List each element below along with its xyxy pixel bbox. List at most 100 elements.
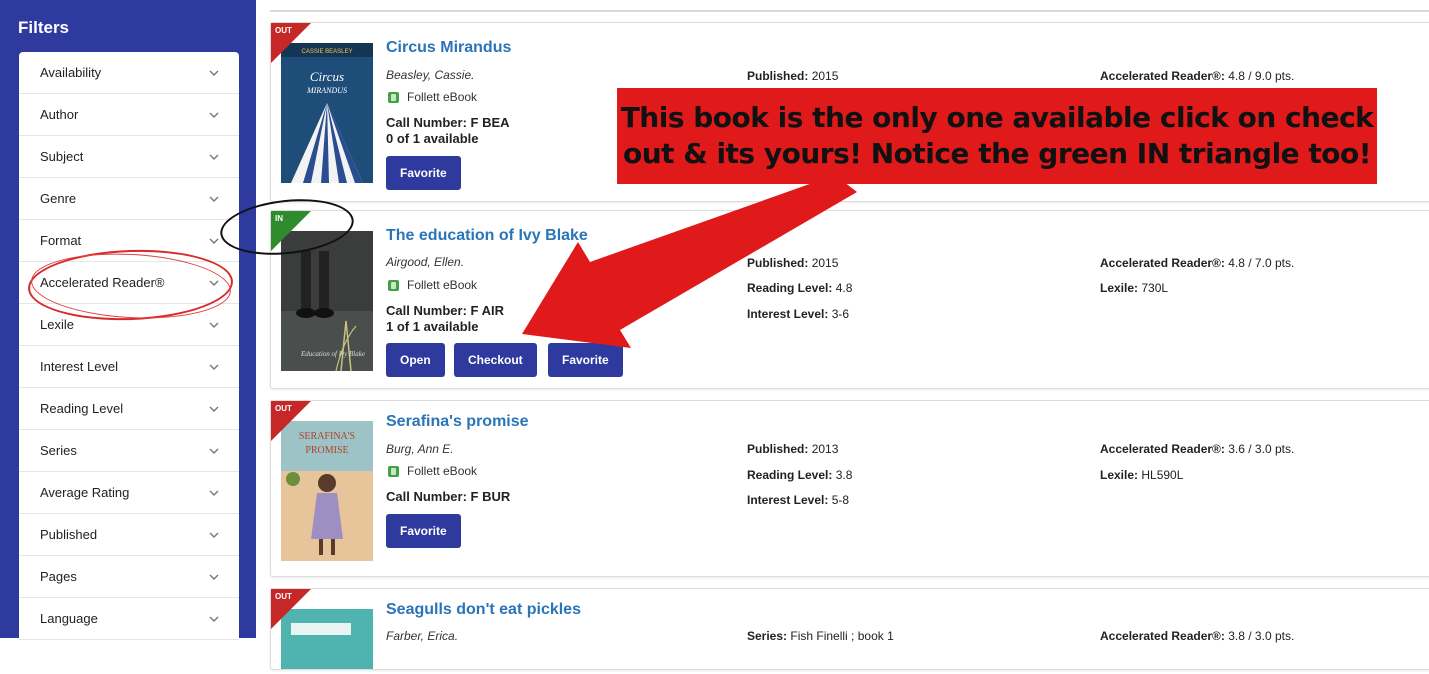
series-value: Fish Finelli ; book 1 xyxy=(790,629,894,643)
book-cover[interactable]: SERAFINA'S PROMISE xyxy=(281,421,373,561)
published-value: 2015 xyxy=(811,256,839,270)
checkout-button[interactable]: Checkout xyxy=(454,343,537,377)
chevron-down-icon xyxy=(209,70,219,76)
book-title[interactable]: Serafina's promise xyxy=(386,413,529,431)
chevron-down-icon xyxy=(209,490,219,496)
status-label: OUT xyxy=(275,592,292,601)
book-format: Follett eBook xyxy=(388,464,477,478)
interest-level-field: Interest Level: 3-6 xyxy=(747,307,849,321)
interest-level-value: 3-6 xyxy=(831,307,850,321)
ar-label: Accelerated Reader®: xyxy=(1100,629,1225,643)
filter-author[interactable]: Author xyxy=(19,94,239,136)
format-label: Follett eBook xyxy=(407,464,478,478)
reading-level-value: 3.8 xyxy=(835,468,853,482)
call-number-value: F BUR xyxy=(470,489,511,504)
book-author: Burg, Ann E. xyxy=(386,442,454,456)
cover-image-serafina: SERAFINA'S PROMISE xyxy=(281,421,373,561)
book-title[interactable]: Seagulls don't eat pickles xyxy=(386,601,581,619)
reading-level-label: Reading Level: xyxy=(747,468,833,482)
divider xyxy=(270,10,1429,12)
ar-field: Accelerated Reader®: 4.8 / 7.0 pts. xyxy=(1100,256,1294,270)
published-label: Published: xyxy=(747,442,809,456)
filter-label: Reading Level xyxy=(40,401,124,416)
annotation-line-2: out & its yours! Notice the green IN tri… xyxy=(622,137,1372,170)
book-card-serafinas-promise: SERAFINA'S PROMISE OUT Serafina's promis… xyxy=(270,400,1429,577)
lexile-value: HL590L xyxy=(1141,468,1184,482)
favorite-button[interactable]: Favorite xyxy=(386,156,461,190)
status-label: OUT xyxy=(275,404,292,413)
filter-pages[interactable]: Pages xyxy=(19,556,239,598)
reading-level-label: Reading Level: xyxy=(747,281,833,295)
book-format: Follett eBook xyxy=(388,90,477,104)
filter-interest-level[interactable]: Interest Level xyxy=(19,346,239,388)
favorite-button[interactable]: Favorite xyxy=(386,514,461,548)
series-label: Series: xyxy=(747,629,788,643)
call-number-label: Call Number: xyxy=(386,489,467,504)
call-number: Call Number: F AIR xyxy=(386,303,504,318)
series-field: Series: Fish Finelli ; book 1 xyxy=(747,629,894,643)
call-number: Call Number: F BUR xyxy=(386,489,510,504)
chevron-down-icon xyxy=(209,532,219,538)
filter-label: Availability xyxy=(40,65,102,80)
chevron-down-icon xyxy=(209,322,219,328)
filter-genre[interactable]: Genre xyxy=(19,178,239,220)
book-title[interactable]: Circus Mirandus xyxy=(386,39,511,57)
annotation-line-1: This book is the only one available clic… xyxy=(620,101,1374,134)
chevron-down-icon xyxy=(209,112,219,118)
filter-label: Lexile xyxy=(40,317,74,332)
availability: 1 of 1 available xyxy=(386,319,479,334)
lexile-field: Lexile: 730L xyxy=(1100,281,1168,295)
lexile-label: Lexile: xyxy=(1100,281,1139,295)
filter-published[interactable]: Published xyxy=(19,514,239,556)
ar-value: 4.8 / 9.0 pts. xyxy=(1228,69,1295,83)
filter-label: Format xyxy=(40,233,82,248)
lexile-field: Lexile: HL590L xyxy=(1100,468,1183,482)
chevron-down-icon xyxy=(209,406,219,412)
filter-series[interactable]: Series xyxy=(19,430,239,472)
chevron-down-icon xyxy=(209,448,219,454)
interest-level-label: Interest Level: xyxy=(747,307,829,321)
ar-label: Accelerated Reader®: xyxy=(1100,442,1225,456)
filter-label: Language xyxy=(40,611,98,626)
filter-subject[interactable]: Subject xyxy=(19,136,239,178)
filter-label: Published xyxy=(40,527,98,542)
ebook-icon xyxy=(388,465,399,477)
ar-field: Accelerated Reader®: 3.6 / 3.0 pts. xyxy=(1100,442,1294,456)
filter-label: Average Rating xyxy=(40,485,130,500)
favorite-button[interactable]: Favorite xyxy=(548,343,623,377)
published-value: 2013 xyxy=(811,442,839,456)
annotation-banner: This book is the only one available clic… xyxy=(617,88,1377,184)
book-cover[interactable]: CASSIE BEASLEY Circus MIRANDUS xyxy=(281,43,373,183)
ebook-icon xyxy=(388,279,399,291)
ar-field: Accelerated Reader®: 4.8 / 9.0 pts. xyxy=(1100,69,1294,83)
chevron-down-icon xyxy=(209,238,219,244)
call-number: Call Number: F BEA xyxy=(386,115,510,130)
chevron-down-icon xyxy=(209,616,219,622)
filter-language[interactable]: Language xyxy=(19,598,239,640)
ebook-icon xyxy=(388,91,399,103)
open-button[interactable]: Open xyxy=(386,343,445,377)
filters-title: Filters xyxy=(18,18,70,37)
filter-label: Interest Level xyxy=(40,359,119,374)
ar-value: 3.6 / 3.0 pts. xyxy=(1228,442,1295,456)
book-author: Beasley, Cassie. xyxy=(386,68,475,82)
interest-level-value: 5-8 xyxy=(831,493,850,507)
availability: 0 of 1 available xyxy=(386,131,479,146)
book-card-education-of-ivy-blake: Education of Ivy Blake IN The education … xyxy=(270,210,1429,389)
ar-field: Accelerated Reader®: 3.8 / 3.0 pts. xyxy=(1100,629,1294,643)
format-label: Follett eBook xyxy=(407,278,478,292)
svg-text:Education of Ivy Blake: Education of Ivy Blake xyxy=(300,350,365,358)
call-number-value: F AIR xyxy=(470,303,504,318)
svg-text:Circus: Circus xyxy=(310,69,344,84)
call-number-value: F BEA xyxy=(470,115,510,130)
filter-availability[interactable]: Availability xyxy=(19,52,239,94)
filter-reading-level[interactable]: Reading Level xyxy=(19,388,239,430)
published-label: Published: xyxy=(747,256,809,270)
book-author: Farber, Erica. xyxy=(386,629,459,643)
filter-average-rating[interactable]: Average Rating xyxy=(19,472,239,514)
chevron-down-icon xyxy=(209,196,219,202)
book-card-seagulls-dont-eat-pickles: OUT Seagulls don't eat pickles Farber, E… xyxy=(270,588,1429,670)
lexile-label: Lexile: xyxy=(1100,468,1139,482)
chevron-down-icon xyxy=(209,364,219,370)
book-title[interactable]: The education of Ivy Blake xyxy=(386,227,588,245)
